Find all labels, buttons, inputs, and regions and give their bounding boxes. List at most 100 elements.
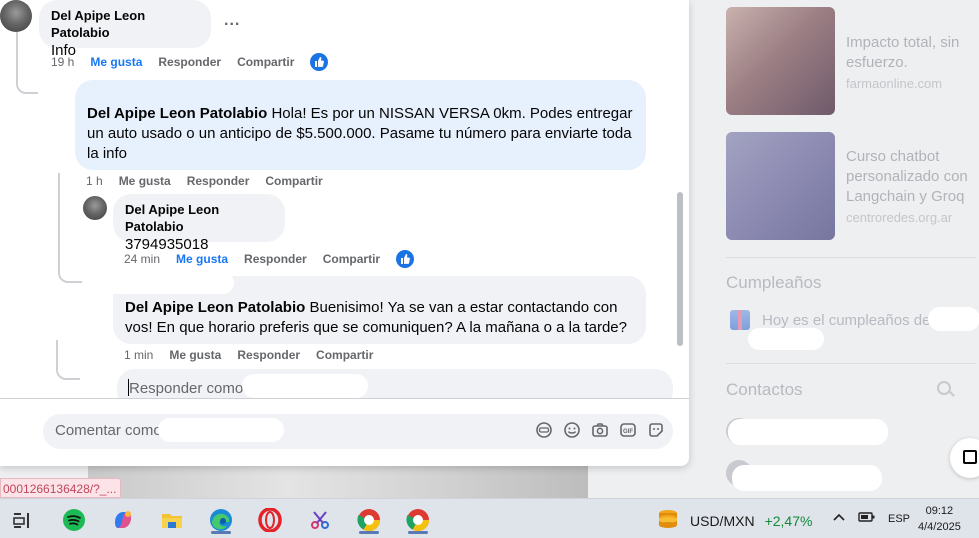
comment-tools: GIF (535, 421, 665, 439)
reply-button[interactable]: Responder (187, 174, 250, 188)
reply-button[interactable]: Responder (237, 348, 300, 362)
background-image (88, 466, 588, 498)
ad-2[interactable]: Curso chatbot personalizado con Langchai… (846, 147, 976, 228)
url-status-tooltip: 0001266136428/?_... (0, 478, 122, 498)
clock[interactable]: 09:12 4/4/2025 (918, 503, 961, 535)
like-button[interactable]: Me gusta (119, 174, 171, 188)
contacts-heading: Contactos (726, 380, 803, 399)
clock-time: 09:12 (925, 505, 954, 517)
more-options-button[interactable]: ... (224, 12, 240, 30)
reply-button[interactable]: Responder (244, 252, 307, 266)
battery-icon[interactable] (858, 511, 876, 526)
redacted-contact[interactable] (728, 419, 888, 445)
active-indicator (211, 531, 231, 534)
gift-icon (730, 310, 750, 330)
chrome-icon[interactable] (354, 505, 384, 535)
copilot-icon[interactable] (108, 505, 138, 535)
birthday-text: Hoy es el cumpleaños de (762, 311, 931, 329)
edit-icon (963, 450, 977, 464)
redacted-contact[interactable] (732, 465, 882, 491)
avatar-sticker-icon[interactable] (535, 421, 553, 439)
ticker-pair: USD/MXN (690, 512, 755, 529)
redacted-name (242, 374, 368, 398)
thread-connector (56, 340, 80, 380)
redacted-name (748, 328, 824, 350)
chrome-profile-icon[interactable] (403, 505, 433, 535)
ad-image-cosmetics[interactable] (726, 7, 835, 115)
stock-ticker-widget[interactable]: USD/MXN +2,47% (656, 508, 812, 533)
timestamp[interactable]: 1 min (124, 348, 153, 362)
ticker-change: +2,47% (764, 512, 813, 529)
divider (726, 363, 976, 364)
thread-connector (16, 32, 38, 94)
avatar[interactable] (0, 0, 32, 32)
birthdays-heading: Cumpleaños (726, 273, 822, 292)
reply-author[interactable]: Del Apipe Leon Patolabio (125, 299, 305, 316)
reply-input[interactable]: Responder como (117, 369, 673, 398)
gif-icon[interactable]: GIF (619, 421, 637, 439)
emoji-icon[interactable] (563, 421, 581, 439)
like-button[interactable]: Me gusta (169, 348, 221, 362)
redacted-name (928, 307, 979, 331)
comment-bubble: Del Apipe Leon Patolabio 3794935018 (113, 194, 285, 253)
task-view-icon[interactable] (7, 505, 37, 535)
ad-2-source: centroredes.org.ar (846, 210, 953, 225)
clock-date: 4/4/2025 (918, 521, 961, 533)
share-button[interactable]: Compartir (265, 174, 322, 188)
system-tray: ESP (832, 511, 910, 526)
thread-connector (58, 173, 104, 283)
ad-1-source: farmaonline.com (846, 76, 943, 91)
comment-bubble: Del Apipe Leon Patolabio Info (39, 0, 211, 59)
comment-input[interactable]: Comentar como GIF (43, 414, 673, 449)
like-button[interactable]: Me gusta (90, 55, 142, 69)
like-button[interactable]: Me gusta (176, 252, 228, 266)
edge-icon[interactable] (206, 505, 236, 535)
share-button[interactable]: Compartir (316, 348, 373, 362)
reply-bubble: Del Apipe Leon Patolabio Hola! Es por un… (75, 80, 646, 170)
file-explorer-icon[interactable] (157, 505, 187, 535)
spotify-icon[interactable] (59, 505, 89, 535)
reply-author[interactable]: Del Apipe Leon Patolabio (87, 105, 267, 122)
timestamp[interactable]: 1 h (86, 174, 103, 188)
svg-text:GIF: GIF (623, 429, 633, 435)
reply-button[interactable]: Responder (158, 55, 221, 69)
scrollbar[interactable] (677, 192, 683, 346)
share-button[interactable]: Compartir (237, 55, 294, 69)
search-icon[interactable] (937, 381, 951, 395)
comments-thread[interactable]: Del Apipe Leon Patolabio Info ... 19 h M… (0, 0, 689, 398)
comment-actions: 19 h Me gusta Responder Compartir (51, 53, 344, 71)
coins-icon (656, 508, 680, 533)
ad-1[interactable]: Impacto total, sin esfuerzo. farmaonline… (846, 33, 974, 94)
like-reaction-icon[interactable] (396, 250, 415, 268)
reply-actions: 1 min Me gusta Responder Compartir (124, 348, 389, 362)
active-indicator (359, 531, 379, 534)
like-reaction-icon[interactable] (310, 53, 329, 71)
comment-actions: 24 min Me gusta Responder Compartir (124, 250, 430, 268)
divider (0, 398, 689, 399)
timestamp[interactable]: 24 min (124, 252, 160, 266)
divider (726, 257, 976, 258)
ad-1-title: Impacto total, sin esfuerzo. (846, 34, 960, 71)
ad-2-title: Curso chatbot personalizado con Langchai… (846, 148, 968, 205)
redacted-name (158, 418, 284, 442)
share-button[interactable]: Compartir (323, 252, 380, 266)
ad-image-course[interactable] (726, 132, 835, 240)
birthday-row[interactable]: Hoy es el cumpleaños de (730, 310, 930, 330)
timestamp[interactable]: 19 h (51, 55, 74, 69)
avatar[interactable] (83, 196, 107, 220)
new-message-button[interactable] (950, 438, 979, 478)
reply-placeholder: Responder como (129, 380, 244, 397)
opera-icon[interactable] (255, 505, 285, 535)
camera-icon[interactable] (591, 421, 609, 439)
comment-author[interactable]: Del Apipe Leon Patolabio (51, 7, 199, 41)
taskbar: USD/MXN +2,47% ESP 09:12 4/4/2025 (0, 498, 979, 538)
snipping-tool-icon[interactable] (305, 505, 335, 535)
sticker-icon[interactable] (647, 421, 665, 439)
reply-actions: 1 h Me gusta Responder Compartir (86, 174, 339, 188)
active-indicator (408, 531, 428, 534)
comment-author[interactable]: Del Apipe Leon Patolabio (125, 201, 273, 235)
redacted-avatar (82, 272, 234, 294)
comment-placeholder: Comentar como (55, 422, 162, 439)
chevron-up-icon[interactable] (832, 512, 846, 525)
language-indicator[interactable]: ESP (888, 513, 910, 525)
